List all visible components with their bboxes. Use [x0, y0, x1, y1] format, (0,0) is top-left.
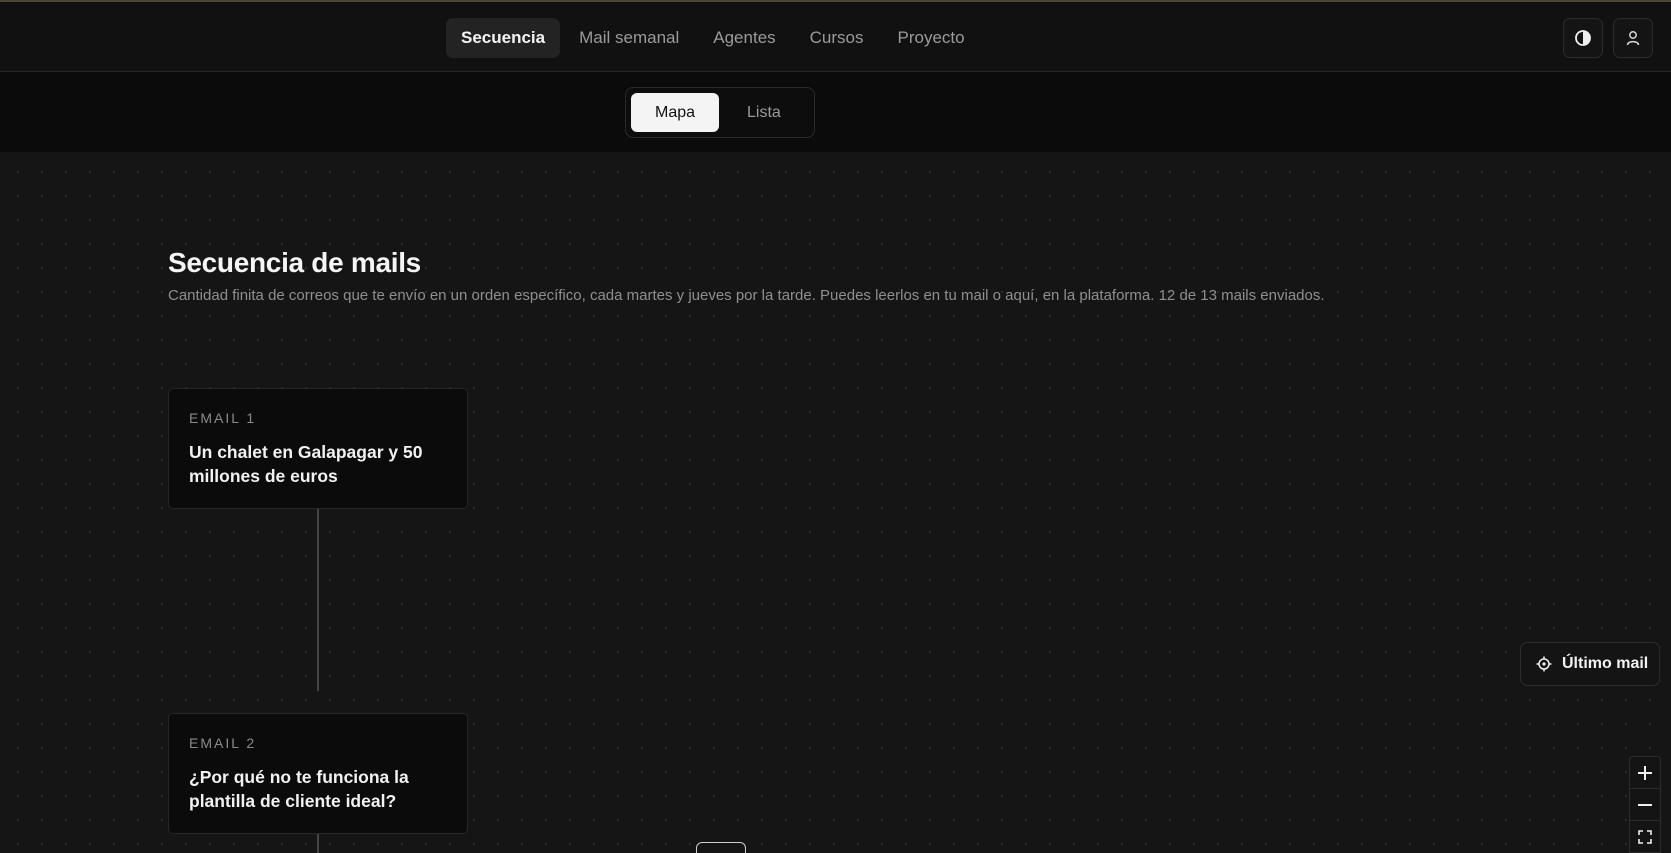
email-card-title: ¿Por qué no te funciona la plantilla de …: [189, 767, 409, 811]
toggle-mapa[interactable]: Mapa: [631, 93, 720, 132]
plus-icon: [1638, 765, 1652, 780]
locate-icon: [1536, 656, 1552, 672]
email-card-1[interactable]: EMAIL 1 Un chalet en Galapagar y 50 mill…: [168, 388, 468, 509]
nav-item-secuencia[interactable]: Secuencia: [446, 18, 561, 58]
nav-item-proyecto[interactable]: Proyecto: [883, 18, 980, 58]
page-subtitle: Cantidad finita de correos que te envío …: [168, 287, 1325, 304]
profile-button[interactable]: [1613, 18, 1653, 58]
email-card-label: EMAIL 2: [189, 735, 257, 751]
fit-view-button[interactable]: [1630, 821, 1660, 853]
view-toggle: Mapa Lista: [625, 87, 815, 138]
map-canvas[interactable]: Secuencia de mails Cantidad finita de co…: [0, 152, 1671, 853]
email-card-title: Un chalet en Galapagar y 50 millones de …: [189, 442, 423, 486]
top-navigation-bar: Secuencia Mail semanal Agentes Cursos Pr…: [0, 2, 1671, 72]
last-mail-label: Último mail: [1562, 655, 1649, 672]
user-icon: [1626, 31, 1640, 46]
bottom-drag-handle[interactable]: [696, 842, 746, 853]
theme-toggle-button[interactable]: [1563, 18, 1603, 58]
zoom-controls: [1629, 756, 1661, 853]
sequence-connector: [317, 509, 319, 691]
nav-item-mail-semanal[interactable]: Mail semanal: [564, 18, 694, 58]
toggle-lista[interactable]: Lista: [723, 93, 805, 132]
zoom-in-button[interactable]: [1630, 757, 1660, 789]
view-toggle-bar: Mapa Lista: [0, 72, 1671, 152]
contrast-icon: [1575, 30, 1591, 46]
main-nav: Secuencia Mail semanal Agentes Cursos Pr…: [446, 18, 980, 58]
email-card-label: EMAIL 1: [189, 410, 257, 426]
nav-item-agentes[interactable]: Agentes: [698, 18, 790, 58]
email-card-2[interactable]: EMAIL 2 ¿Por qué no te funciona la plant…: [168, 713, 468, 834]
fullscreen-icon: [1638, 830, 1652, 844]
nav-item-cursos[interactable]: Cursos: [795, 18, 879, 58]
last-mail-button[interactable]: Último mail: [1520, 642, 1660, 686]
sequence-connector: [317, 834, 319, 853]
zoom-out-button[interactable]: [1630, 789, 1660, 821]
minus-icon: [1638, 803, 1652, 806]
page-title: Secuencia de mails: [168, 247, 421, 278]
